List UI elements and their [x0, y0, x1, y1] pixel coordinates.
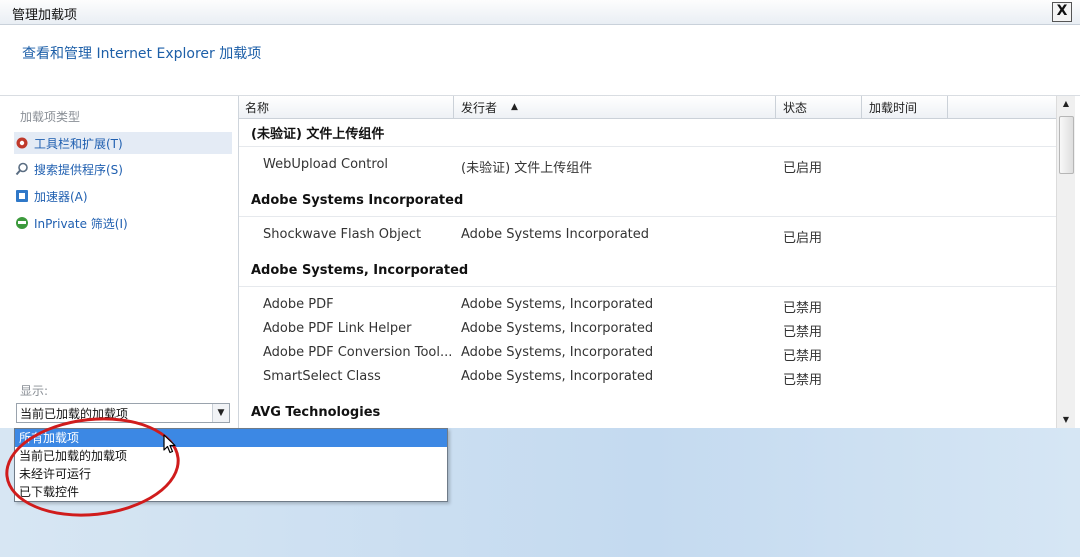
group-header: Adobe Systems Incorporated — [251, 193, 464, 208]
column-publisher[interactable]: 发行者 — [461, 99, 497, 116]
addon-status: 已禁用 — [783, 373, 823, 388]
category-label: 搜索提供程序(S) — [34, 162, 123, 177]
dropdown-option-downloaded-controls[interactable]: 已下载控件 — [15, 483, 447, 501]
page-heading: 查看和管理 Internet Explorer 加载项 — [22, 46, 262, 62]
group-divider — [239, 286, 1057, 287]
addon-name: WebUpload Control — [263, 157, 389, 172]
group-divider — [239, 216, 1057, 217]
left-panel: 加载项类型 工具栏和扩展(T) 搜索提供程序(S) 加速器(A) InPriva… — [0, 96, 238, 428]
addon-name: Adobe PDF — [263, 297, 334, 312]
dropdown-option-run-without-permission[interactable]: 未经许可运行 — [15, 465, 447, 483]
accelerator-icon — [14, 188, 30, 204]
addon-publisher: (未验证) 文件上传组件 — [461, 161, 593, 176]
search-icon — [14, 161, 30, 177]
addon-types-label: 加载项类型 — [20, 110, 81, 124]
sort-ascending-icon: ▲ — [511, 102, 518, 112]
category-label: InPrivate 筛选(I) — [34, 216, 128, 231]
addons-list: 名称 发行者 ▲ 状态 加载时间 (未验证) 文件上传组件 WebUpload … — [238, 96, 1075, 428]
column-separator — [947, 96, 948, 118]
close-button[interactable]: X — [1052, 2, 1072, 22]
category-label: 工具栏和扩展(T) — [34, 136, 123, 151]
scroll-up-icon[interactable]: ▲ — [1057, 96, 1075, 112]
dropdown-option-all[interactable]: 所有加载项 — [15, 429, 447, 447]
addon-name: SmartSelect Class — [263, 369, 381, 384]
addon-publisher: Adobe Systems Incorporated — [461, 227, 650, 242]
addon-status: 已禁用 — [783, 325, 823, 340]
addon-publisher: Adobe Systems, Incorporated — [461, 345, 654, 360]
column-header-row: 名称 发行者 ▲ 状态 加载时间 — [239, 96, 1057, 119]
inprivate-icon — [14, 215, 30, 231]
addon-publisher: Adobe Systems, Incorporated — [461, 369, 654, 384]
column-name[interactable]: 名称 — [245, 99, 269, 116]
column-status[interactable]: 状态 — [783, 99, 807, 116]
category-search-providers[interactable]: 搜索提供程序(S) — [14, 158, 232, 180]
show-dropdown-list: 所有加载项 当前已加载的加载项 未经许可运行 已下载控件 — [14, 428, 448, 502]
column-separator — [775, 96, 776, 118]
chevron-down-icon[interactable]: ▼ — [212, 404, 229, 422]
show-label: 显示: — [20, 384, 49, 398]
group-header: (未验证) 文件上传组件 — [251, 127, 385, 142]
show-select-value: 当前已加载的加载项 — [20, 407, 129, 421]
header: 查看和管理 Internet Explorer 加载项 — [0, 25, 1080, 95]
category-toolbars-extensions[interactable]: 工具栏和扩展(T) — [14, 132, 232, 154]
show-select[interactable]: 当前已加载的加载项 ▼ — [16, 403, 230, 423]
gear-icon — [14, 135, 30, 151]
addon-status: 已启用 — [783, 161, 823, 176]
window-title: 管理加载项 — [12, 8, 78, 23]
scroll-down-icon[interactable]: ▼ — [1057, 412, 1075, 428]
category-accelerators[interactable]: 加速器(A) — [14, 185, 232, 207]
addon-name: Adobe PDF Link Helper — [263, 321, 412, 336]
addon-status: 已禁用 — [783, 349, 823, 364]
column-separator — [453, 96, 454, 118]
mouse-cursor-icon — [163, 434, 177, 458]
group-divider — [239, 146, 1057, 147]
addon-status: 已启用 — [783, 231, 823, 246]
scroll-thumb[interactable] — [1059, 116, 1074, 174]
group-header: Adobe Systems, Incorporated — [251, 263, 469, 278]
addon-name: Shockwave Flash Object — [263, 227, 422, 242]
dropdown-option-loaded[interactable]: 当前已加载的加载项 — [15, 447, 447, 465]
addon-publisher: Adobe Systems, Incorporated — [461, 321, 654, 336]
addon-publisher: Adobe Systems, Incorporated — [461, 297, 654, 312]
category-inprivate-filtering[interactable]: InPrivate 筛选(I) — [14, 212, 232, 234]
column-load-time[interactable]: 加载时间 — [869, 99, 917, 116]
vertical-scrollbar[interactable]: ▲ ▼ — [1056, 96, 1075, 428]
column-separator — [861, 96, 862, 118]
category-label: 加速器(A) — [34, 189, 88, 204]
addon-status: 已禁用 — [783, 301, 823, 316]
group-header: AVG Technologies — [251, 405, 381, 420]
addon-name: Adobe PDF Conversion Tool... — [263, 345, 453, 360]
title-bar: 管理加载项 X — [0, 0, 1080, 25]
